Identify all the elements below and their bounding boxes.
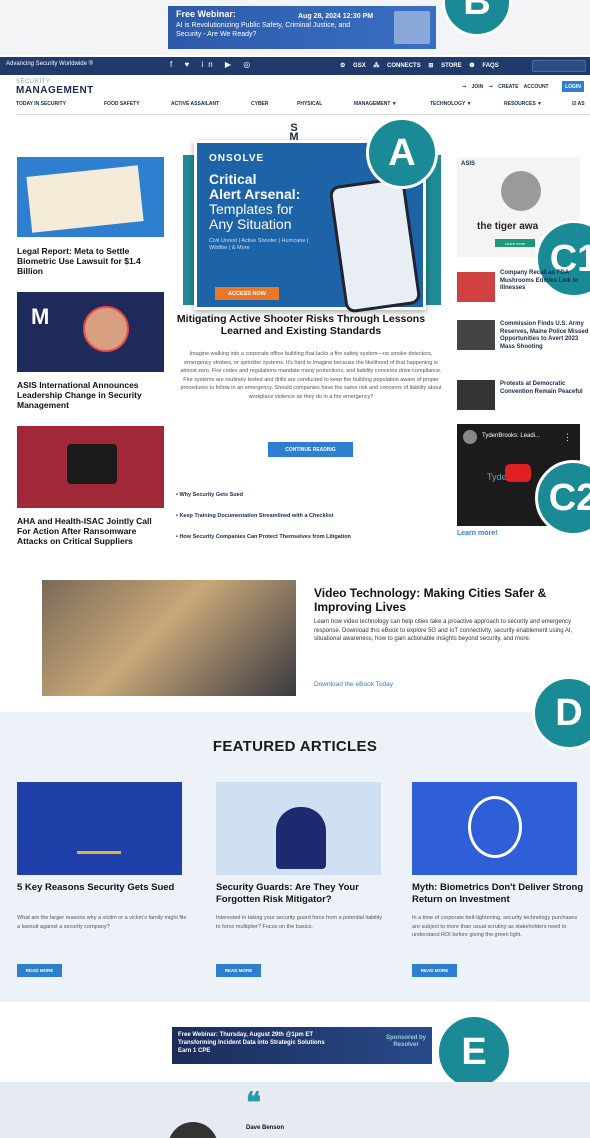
webinar-date: Aug 28, 2024 12:30 PM xyxy=(298,13,374,20)
bullet-link-3[interactable]: • How Security Companies Can Protect The… xyxy=(176,534,351,540)
right-article-title-1[interactable]: Company Recall as FDA Mushrooms Edibles … xyxy=(500,270,590,293)
site-logo[interactable]: SECURITY MANAGEMENT xyxy=(16,79,94,96)
badge-a: A xyxy=(366,117,438,189)
left-article-title-3[interactable]: AHA and Health-ISAC Jointly Call For Act… xyxy=(17,516,167,546)
bullet-link-2[interactable]: • Keep Training Documentation Streamline… xyxy=(176,513,333,519)
site-tagline: Advancing Security Worldwide ® xyxy=(6,61,94,67)
video-tech-image[interactable] xyxy=(42,580,296,696)
menu-divider xyxy=(16,114,590,115)
article-image-asis[interactable]: M xyxy=(17,292,164,372)
menu-item-cyber[interactable]: CYBER xyxy=(251,101,269,107)
join-link[interactable]: ⇾ JOIN xyxy=(462,84,483,90)
play-icon[interactable] xyxy=(505,464,531,482)
sponsor-name: Resolver xyxy=(393,1042,419,1048)
featured-image-3[interactable] xyxy=(412,782,577,875)
left-article-title-1[interactable]: Legal Report: Meta to Settle Biometric U… xyxy=(17,246,167,276)
video-menu-icon[interactable]: ⋮ xyxy=(563,432,572,443)
right-article-image-2[interactable] xyxy=(457,320,495,350)
ad-access-button[interactable]: ACCESS NOW xyxy=(215,287,279,300)
testimonial-section xyxy=(0,1082,590,1138)
top-nav-links[interactable]: ⚙ GSX ⁂ CONNECTS ⊞ STORE ❶ FAQS xyxy=(340,62,499,69)
account-links[interactable]: ⇾ JOIN ⇾ CREATE ACCOUNT xyxy=(462,84,549,90)
logo-text: MANAGEMENT xyxy=(16,85,94,96)
create-account-link[interactable]: ⇾ CREATE ACCOUNT xyxy=(489,84,549,90)
login-button[interactable]: LOGIN xyxy=(562,81,584,92)
right-article-title-2[interactable]: Commission Finds U.S. Army Reserves, Mai… xyxy=(500,321,590,351)
main-article-title[interactable]: Mitigating Active Shooter Risks Through … xyxy=(172,313,430,337)
article-image-ransomware[interactable] xyxy=(17,426,164,508)
webinar-subtitle: AI is Revolutionizing Public Safety, Cri… xyxy=(176,22,351,38)
right-article-image-3[interactable] xyxy=(457,380,495,410)
featured-image-1[interactable] xyxy=(17,782,182,875)
featured-body-1: What are the larger reasons why a victim… xyxy=(17,915,187,930)
read-more-button-3[interactable]: READ MORE xyxy=(412,964,457,977)
badge-e: E xyxy=(436,1014,512,1090)
featured-title-2[interactable]: Security Guards: Are They Your Forgotten… xyxy=(216,882,396,905)
right-article-image-1[interactable] xyxy=(457,272,495,302)
testimonial-name: Dave Benson xyxy=(246,1125,285,1131)
continue-reading-button[interactable]: CONTINUE READING xyxy=(268,442,353,457)
video-title: TydenBrooks: Leadi... xyxy=(482,433,541,439)
menu-item-resources[interactable]: RESOURCES ▼ xyxy=(504,101,542,107)
featured-heading: FEATURED ARTICLES xyxy=(212,738,378,755)
menu-item-management[interactable]: MANAGEMENT ▼ xyxy=(354,101,397,107)
download-ebook-link[interactable]: Download the eBook Today xyxy=(314,681,393,688)
main-article-body: Imagine walking into a corporate office … xyxy=(180,351,442,400)
tiger-learn-more[interactable]: Learn more xyxy=(495,239,535,247)
menu-item-today[interactable]: TODAY IN SECURITY xyxy=(16,101,66,107)
search-input[interactable] xyxy=(532,60,586,72)
featured-body-3: In a time of corporate belt-tightening, … xyxy=(412,915,578,938)
sponsor-label: Sponsored by xyxy=(385,1035,426,1041)
read-more-button-1[interactable]: READ MORE xyxy=(17,964,62,977)
menu-item-technology[interactable]: TECHNOLOGY ▼ xyxy=(430,101,472,107)
featured-image-2[interactable] xyxy=(216,782,381,875)
ad-subtext: Civil Unrest | Active Shooter | Hurrican… xyxy=(209,238,309,251)
right-article-title-3[interactable]: Protests at Democratic Convention Remain… xyxy=(500,381,590,396)
read-more-button-2[interactable]: READ MORE xyxy=(216,964,261,977)
bottom-webinar-banner[interactable]: Free Webinar: Thursday, August 29th @1pm… xyxy=(172,1027,432,1064)
quote-icon: ❝ xyxy=(246,1087,262,1118)
article-image-meta[interactable] xyxy=(17,157,164,237)
social-icons[interactable]: f ♥ in ▶ ◎ xyxy=(170,60,255,69)
video-learn-more-link[interactable]: Learn more! xyxy=(457,530,497,537)
top-webinar-banner[interactable]: Free Webinar: Aug 28, 2024 12:30 PM AI i… xyxy=(168,6,436,49)
menu-item-food-safety[interactable]: FOOD SAFETY xyxy=(104,101,140,107)
video-tech-title[interactable]: Video Technology: Making Cities Safer & … xyxy=(314,586,564,614)
left-article-title-2[interactable]: ASIS International Announces Leadership … xyxy=(17,380,167,410)
top-nav-bar: Advancing Security Worldwide ® f ♥ in ▶ … xyxy=(0,57,590,75)
sponsor-block: Sponsored by Resolver xyxy=(386,1035,426,1049)
menu-item-physical[interactable]: PHYSICAL xyxy=(297,101,322,107)
menu-item-active-assailant[interactable]: ACTIVE ASSAILANT xyxy=(171,101,219,107)
webinar-thumbnail xyxy=(394,11,430,44)
tiger-ad-title: the tiger awa xyxy=(477,221,539,232)
featured-title-3[interactable]: Myth: Biometrics Don't Deliver Strong Re… xyxy=(412,882,590,905)
featured-title-1[interactable]: 5 Key Reasons Security Gets Sued xyxy=(17,882,197,894)
asis-logo: ASIS xyxy=(461,161,476,167)
menu-item-asis[interactable]: ☑ AS xyxy=(572,101,585,107)
featured-body-2: Interested in taking your security guard… xyxy=(216,915,382,930)
video-tech-body: Learn how video technology can help citi… xyxy=(314,619,573,642)
bullet-link-1[interactable]: • Why Security Gets Sued xyxy=(176,492,243,498)
